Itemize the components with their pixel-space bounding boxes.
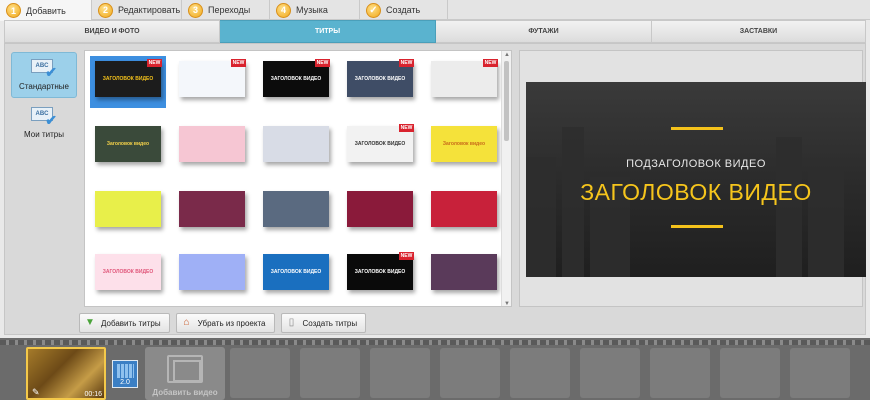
new-badge: NEW (231, 59, 246, 67)
scroll-up-icon[interactable]: ▲ (503, 51, 511, 59)
wizard-steps: 1 Добавить 2 Редактировать 3 Переходы 4 … (0, 0, 870, 21)
title-template-thumb[interactable] (179, 254, 245, 290)
title-template-thumb[interactable]: Заголовок видео (95, 126, 161, 162)
arrow-down-icon: ▼ (85, 317, 95, 328)
top-accent-line (671, 127, 723, 130)
transition-duration: 2.0 (120, 379, 130, 386)
step-label: Добавить (26, 5, 66, 16)
vertical-scrollbar[interactable]: ▲ ▼ (501, 51, 511, 306)
preview-subtitle: ПОДЗАГОЛОВОК ВИДЕО (626, 158, 766, 170)
transition-block[interactable]: 2.0 (112, 360, 138, 388)
thumb-text: ЗАГОЛОВОК ВИДЕО (270, 269, 322, 275)
thumb-text: ЗАГОЛОВОК ВИДЕО (354, 141, 406, 147)
step-label: Музыка (296, 5, 328, 15)
title-preview: ПОДЗАГОЛОВОК ВИДЕО ЗАГОЛОВОК ВИДЕО (526, 82, 866, 277)
thumb-text: ЗАГОЛОВОК ВИДЕО (102, 269, 154, 275)
add-titles-button[interactable]: ▼ Добавить титры (79, 313, 170, 333)
titles-panel: ABC ✔ Стандартные ABC ✔ Мои титры ЗАГОЛО… (4, 43, 866, 335)
tab-video-photo[interactable]: ВИДЕО И ФОТО (4, 20, 220, 43)
category-label: Мои титры (24, 130, 64, 139)
title-template-thumb[interactable] (179, 126, 245, 162)
thumb-text: Заголовок видео (442, 141, 486, 147)
title-templates-grid: ЗАГОЛОВОК ВИДЕО NEW NEW ЗАГОЛОВОК ВИДЕО NEW З… (84, 50, 512, 307)
preview-area: ПОДЗАГОЛОВОК ВИДЕО ЗАГОЛОВОК ВИДЕО (519, 50, 866, 307)
step-label: Переходы (208, 5, 251, 15)
abc-icon: ABC ✔ (31, 107, 57, 127)
remove-from-project-button[interactable]: ⌂ Убрать из проекта (175, 313, 275, 333)
bottom-accent-line (671, 225, 723, 228)
film-icon (167, 355, 203, 383)
thumb-text: ЗАГОЛОВОК ВИДЕО (102, 76, 154, 82)
scroll-down-icon[interactable]: ▼ (503, 300, 511, 306)
tab-titles[interactable]: ТИТРЫ (220, 20, 436, 43)
title-template-thumb[interactable] (263, 191, 329, 227)
new-badge: NEW (315, 59, 330, 67)
step-create[interactable]: ✓ Создать (360, 0, 448, 20)
title-template-thumb[interactable]: Заголовок видео (431, 126, 497, 162)
step-edit[interactable]: 2 Редактировать (92, 0, 182, 20)
title-template-thumb[interactable]: ЗАГОЛОВОК ВИДЕО (263, 254, 329, 290)
timeline: ✎ 00:16 2.0 Добавить видео (0, 338, 870, 400)
title-template-thumb[interactable] (431, 191, 497, 227)
new-badge: NEW (399, 252, 414, 260)
step-music[interactable]: 4 Музыка (270, 0, 360, 20)
step-label: Создать (386, 5, 421, 15)
new-badge: NEW (483, 59, 498, 67)
step-number-badge: 1 (6, 3, 21, 18)
step-add[interactable]: 1 Добавить (0, 0, 92, 21)
category-my-titles[interactable]: ABC ✔ Мои титры (11, 100, 77, 146)
tab-intros[interactable]: ЗАСТАВКИ (652, 20, 866, 43)
title-template-thumb[interactable] (179, 191, 245, 227)
title-template-thumb[interactable] (263, 126, 329, 162)
step-number-badge: 4 (276, 2, 291, 18)
tab-footages[interactable]: ФУТАЖИ (436, 20, 652, 43)
thumb-text: ЗАГОЛОВОК ВИДЕО (354, 269, 406, 275)
step-number-badge: 3 (188, 2, 203, 18)
thumb-text: ЗАГОЛОВОК ВИДЕО (354, 76, 406, 82)
step-label: Редактировать (118, 5, 181, 15)
video-clip[interactable]: ✎ 00:16 (26, 347, 106, 400)
category-standard[interactable]: ABC ✔ Стандартные (11, 52, 77, 98)
title-actions: ▼ Добавить титры ⌂ Убрать из проекта ▯ С… (79, 313, 372, 333)
abc-icon: ABC ✔ (31, 59, 57, 79)
thumb-text: ЗАГОЛОВОК ВИДЕО (270, 76, 322, 82)
category-tabs: ВИДЕО И ФОТО ТИТРЫ ФУТАЖИ ЗАСТАВКИ (4, 20, 866, 43)
new-badge: NEW (147, 59, 162, 67)
title-template-thumb[interactable] (431, 254, 497, 290)
new-badge: NEW (399, 124, 414, 132)
title-categories: ABC ✔ Стандартные ABC ✔ Мои титры (11, 52, 81, 148)
scroll-thumb[interactable] (504, 61, 509, 141)
thumb-text: Заголовок видео (106, 141, 150, 147)
transition-icon (117, 364, 134, 378)
title-template-thumb[interactable] (347, 191, 413, 227)
edit-icon[interactable]: ✎ (32, 387, 40, 398)
clip-duration: 00:16 (84, 391, 102, 398)
preview-title: ЗАГОЛОВОК ВИДЕО (580, 179, 812, 205)
category-label: Стандартные (19, 82, 69, 91)
create-titles-button[interactable]: ▯ Создать титры (280, 313, 367, 333)
document-icon: ▯ (288, 317, 295, 328)
title-template-thumb[interactable] (95, 191, 161, 227)
new-badge: NEW (399, 59, 414, 67)
step-transitions[interactable]: 3 Переходы (182, 0, 270, 20)
title-template-thumb[interactable]: ЗАГОЛОВОК ВИДЕО (95, 254, 161, 290)
check-icon: ✓ (366, 2, 381, 18)
add-video-button[interactable]: Добавить видео (145, 347, 225, 400)
house-icon: ⌂ (183, 317, 190, 328)
step-number-badge: 2 (98, 2, 113, 18)
